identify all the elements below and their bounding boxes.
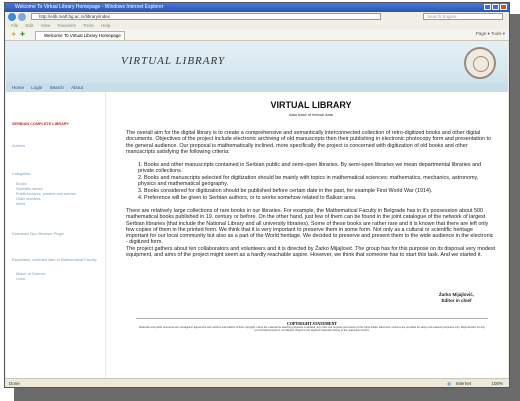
close-button[interactable] (500, 4, 507, 10)
nav-about[interactable]: About (71, 85, 83, 90)
tab-label: Welcome To Virtual Library Homepage (44, 33, 121, 38)
address-input[interactable]: http://elib.matf.bg.ac.rs/library/index (31, 13, 381, 20)
nav-login[interactable]: Login (31, 85, 42, 90)
sidebar-item-books[interactable]: Books (16, 182, 27, 187)
command-bar-tools[interactable]: Page ▾ Tools ▾ (476, 31, 505, 37)
menu-help[interactable]: Help (101, 23, 110, 28)
tab-homepage[interactable]: Welcome To Virtual Library Homepage (35, 31, 125, 40)
criteria-item: 2. Books and manuscripts selected for di… (138, 175, 479, 188)
main-article: VIRTUAL LIBRARY data base of textual dat… (126, 92, 496, 378)
globe-icon: ◍ (447, 381, 451, 386)
status-bar: Done ◍ Internet 100% (5, 378, 509, 387)
maximize-button[interactable] (492, 4, 499, 10)
sidebar-item-series[interactable]: Scientific series (16, 187, 42, 192)
forward-icon[interactable] (18, 13, 26, 21)
sidebar-item-lectures[interactable]: Public lectures, present and articles (16, 192, 76, 197)
criteria-item: 1. Books and other manuscripts contained… (138, 162, 482, 175)
page-title: VIRTUAL LIBRARY (270, 100, 352, 110)
menu-view[interactable]: View (41, 23, 51, 28)
menu-tools[interactable]: Tools (83, 23, 94, 28)
sidebar-link-repository[interactable]: Repository: collected later in Mathemati… (12, 258, 100, 263)
menu-edit[interactable]: Edit (26, 23, 34, 28)
add-favorite-icon[interactable]: ✚ (20, 31, 25, 38)
favorites-star-icon[interactable]: ★ (11, 31, 16, 38)
signature-role: Editor in chief (441, 297, 472, 303)
criteria-item: 3. Books considered for digitization sho… (138, 188, 433, 194)
minimize-button[interactable] (484, 4, 491, 10)
sidebar-link-authors[interactable]: Authors (12, 144, 25, 149)
page-subtitle: data base of textual data (289, 112, 333, 117)
nav-search[interactable]: Search (50, 85, 64, 90)
copyright-text: Materials and public resources are manag… (139, 326, 485, 333)
sidebar-item-archives[interactable]: Older archives (16, 197, 40, 202)
browser-window: Welcome To Virtual Library Homepage - Wi… (4, 2, 510, 388)
sidebar-item-matter-of-science[interactable]: Matter of Science (16, 272, 46, 277)
tab-bar: ★ ✚ Welcome To Virtual Library Homepage … (5, 29, 509, 41)
signature-name: Žarko Mijajlović, (438, 292, 474, 297)
sidebar-item-items[interactable]: Items (16, 202, 25, 207)
menu-file[interactable]: File (11, 23, 18, 28)
window-title: Welcome To Virtual Library Homepage - Wi… (15, 4, 164, 10)
site-nav: Home Login Search About (6, 83, 508, 92)
collections-paragraph: There are relatively large collections o… (126, 208, 496, 259)
search-input[interactable]: Search Engine (423, 13, 503, 20)
sidebar-heading-categories[interactable]: Categories (12, 172, 30, 177)
menu-bar: File Edit View Favorites Tools Help (5, 22, 509, 29)
page-content: VIRTUAL LIBRARY Home Login Search About … (6, 41, 508, 378)
sidebar-item-links[interactable]: Links (16, 277, 25, 282)
site-header: VIRTUAL LIBRARY (6, 41, 508, 83)
signature: Žarko Mijajlović, Editor in chief (439, 292, 474, 303)
status-text: Done (9, 381, 20, 386)
nav-home[interactable]: Home (12, 85, 24, 90)
sidebar-link-serbian-library[interactable]: SERBIAN COMPLETE LIBRARY (12, 122, 69, 127)
zone-label: Internet (455, 381, 471, 386)
sidebar: SERBIAN COMPLETE LIBRARY Authors Categor… (6, 92, 106, 378)
zoom-level[interactable]: 100% (491, 379, 503, 387)
university-seal-icon (464, 47, 496, 79)
intro-paragraph: The overall aim for the digital library … (126, 130, 491, 155)
sidebar-link-download-plugin[interactable]: Download Djvu Browser Plugin (12, 232, 64, 237)
title-bar[interactable]: Welcome To Virtual Library Homepage - Wi… (5, 3, 509, 12)
site-logo[interactable]: VIRTUAL LIBRARY (121, 55, 225, 67)
back-icon[interactable] (8, 13, 16, 21)
copyright-divider (136, 318, 488, 319)
criteria-item: 4. Preference will be given to Serbian a… (138, 195, 357, 201)
menu-favorites[interactable]: Favorites (58, 23, 77, 28)
